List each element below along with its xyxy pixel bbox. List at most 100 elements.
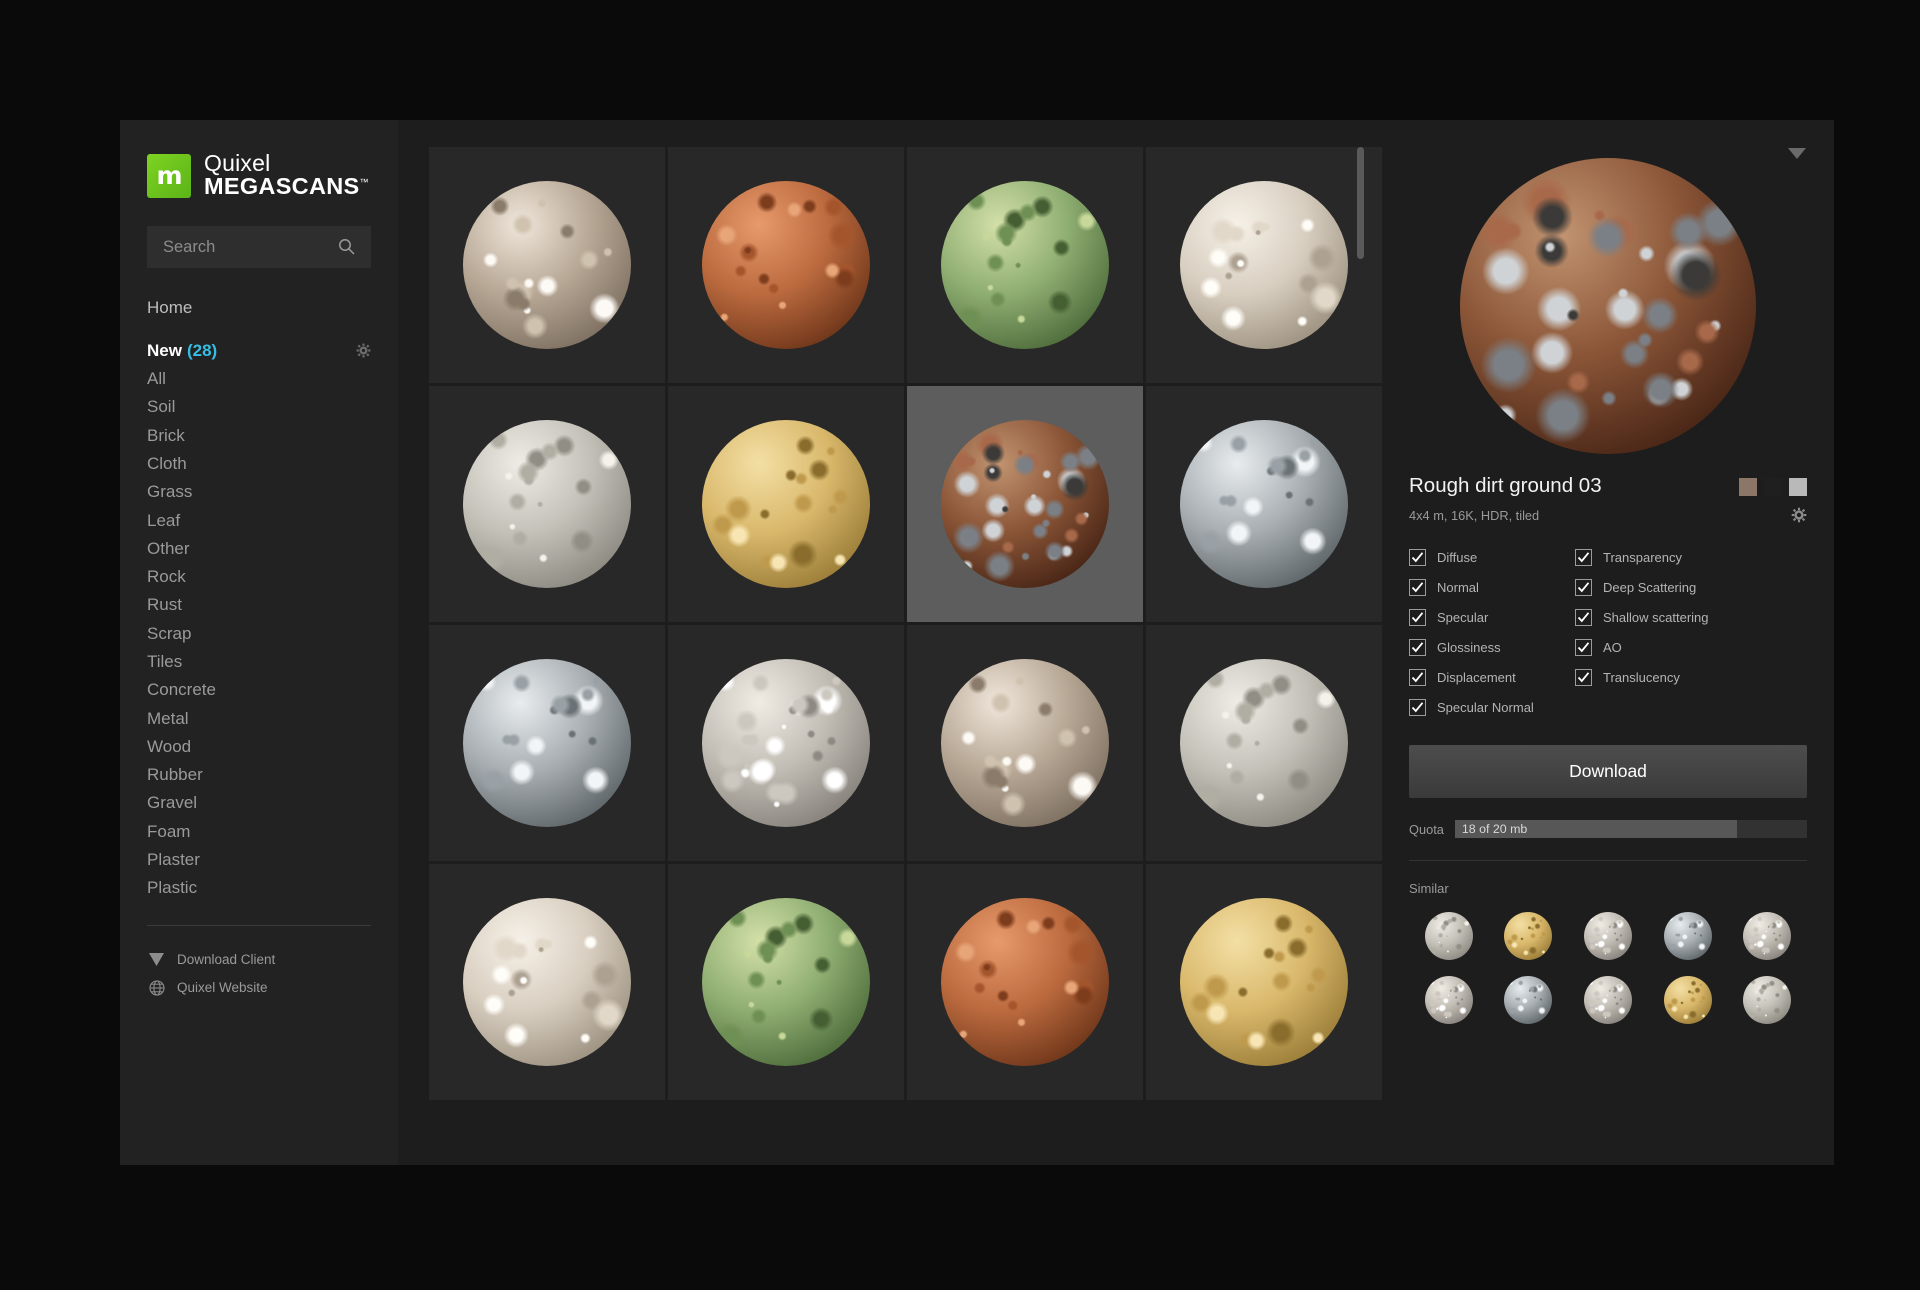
search-input[interactable]: [147, 236, 365, 258]
asset-thumbnail-yellow-plastic: [702, 420, 870, 588]
asset-cell[interactable]: [668, 864, 904, 1100]
sidebar-item-rock[interactable]: Rock: [147, 563, 371, 591]
sidebar-item-soil[interactable]: Soil: [147, 393, 371, 421]
checkbox-checked[interactable]: [1409, 699, 1426, 716]
similar-item[interactable]: [1648, 976, 1728, 1024]
asset-cell[interactable]: [429, 147, 665, 383]
map-label: Displacement: [1437, 670, 1516, 685]
map-toggle-shallow-scattering[interactable]: Shallow scattering: [1575, 609, 1741, 626]
sidebar-item-all[interactable]: All: [147, 365, 371, 393]
map-toggle-glossiness[interactable]: Glossiness: [1409, 639, 1575, 656]
asset-cell[interactable]: [429, 625, 665, 861]
map-toggle-displacement[interactable]: Displacement: [1409, 669, 1575, 686]
sidebar-item-plaster[interactable]: Plaster: [147, 846, 371, 874]
search-box[interactable]: [147, 226, 371, 269]
similar-item[interactable]: [1409, 912, 1489, 960]
color-swatch[interactable]: [1764, 478, 1782, 496]
asset-cell[interactable]: [907, 147, 1143, 383]
checkbox-checked[interactable]: [1409, 549, 1426, 566]
sidebar-item-other[interactable]: Other: [147, 535, 371, 563]
sidebar-item-rubber[interactable]: Rubber: [147, 761, 371, 789]
asset-cell[interactable]: [1146, 864, 1382, 1100]
brand-logo: m Quixel MEGASCANS™: [120, 120, 398, 199]
asset-cell[interactable]: [429, 386, 665, 622]
sidebar-item-label: Tiles: [147, 651, 183, 671]
asset-thumbnail-white-cloth: [1180, 181, 1348, 349]
grid-scrollbar-thumb[interactable]: [1357, 147, 1364, 260]
map-toggle-specular-normal[interactable]: Specular Normal: [1409, 699, 1575, 716]
sidebar-item-rust[interactable]: Rust: [147, 591, 371, 619]
sidebar-item-concrete[interactable]: Concrete: [147, 676, 371, 704]
checkbox-checked[interactable]: [1409, 609, 1426, 626]
asset-thumbnail-scale-tiles: [463, 420, 631, 588]
color-swatch[interactable]: [1789, 478, 1807, 496]
sidebar-item-wood[interactable]: Wood: [147, 733, 371, 761]
sidebar-item-label: Leaf: [147, 510, 181, 530]
asset-cell[interactable]: [429, 864, 665, 1100]
sidebar-item-cloth[interactable]: Cloth: [147, 450, 371, 478]
similar-item[interactable]: [1568, 976, 1648, 1024]
asset-cell[interactable]: [907, 864, 1143, 1100]
sidebar-item-label: All: [147, 369, 166, 389]
gear-icon[interactable]: [1791, 507, 1807, 523]
map-toggle-translucency[interactable]: Translucency: [1575, 669, 1741, 686]
asset-cell[interactable]: [1146, 386, 1382, 622]
checkbox-checked[interactable]: [1409, 639, 1426, 656]
chevron-down-icon[interactable]: [1788, 148, 1806, 159]
sidebar-item-grass[interactable]: Grass: [147, 478, 371, 506]
sidebar-item-foam[interactable]: Foam: [147, 818, 371, 846]
checkbox-checked[interactable]: [1575, 639, 1592, 656]
sidebar-item-label: Scrap: [147, 623, 192, 643]
similar-yellow-plastic-2: [1663, 976, 1712, 1024]
similar-item[interactable]: [1568, 912, 1648, 960]
sidebar-item-gravel[interactable]: Gravel: [147, 789, 371, 817]
checkbox-checked[interactable]: [1575, 609, 1592, 626]
similar-item[interactable]: [1489, 976, 1569, 1024]
map-toggle-deep-scattering[interactable]: Deep Scattering: [1575, 579, 1741, 596]
map-label: Normal: [1437, 580, 1479, 595]
brand-name-quixel: Quixel: [204, 150, 271, 176]
asset-cell[interactable]: [668, 625, 904, 861]
sidebar-item-leaf[interactable]: Leaf: [147, 507, 371, 535]
sidebar-item-scrap[interactable]: Scrap: [147, 620, 371, 648]
quixel-website-link[interactable]: Quixel Website: [147, 974, 371, 1002]
checkbox-checked[interactable]: [1575, 669, 1592, 686]
asset-preview[interactable]: [1409, 156, 1807, 456]
sidebar-item-tiles[interactable]: Tiles: [147, 648, 371, 676]
download-client-label: Download Client: [177, 951, 276, 967]
asset-cell[interactable]: [668, 386, 904, 622]
sidebar-item-new[interactable]: New (28): [147, 337, 371, 365]
checkbox-checked[interactable]: [1409, 579, 1426, 596]
map-toggle-normal[interactable]: Normal: [1409, 579, 1575, 596]
category-settings-gear-icon[interactable]: [356, 343, 371, 358]
sidebar-item-home[interactable]: Home: [147, 294, 371, 322]
color-swatches: [1739, 478, 1807, 496]
sidebar-item-brick[interactable]: Brick: [147, 422, 371, 450]
asset-cell[interactable]: [907, 625, 1143, 861]
download-client-link[interactable]: Download Client: [147, 946, 371, 974]
asset-cell[interactable]: [907, 386, 1143, 622]
similar-item[interactable]: [1409, 976, 1489, 1024]
color-swatch[interactable]: [1739, 478, 1757, 496]
sidebar-item-plastic[interactable]: Plastic: [147, 874, 371, 902]
sidebar-item-metal[interactable]: Metal: [147, 705, 371, 733]
search-icon[interactable]: [338, 238, 355, 255]
quota-row: Quota 18 of 20 mb: [1409, 820, 1807, 838]
download-button[interactable]: Download: [1409, 745, 1807, 798]
logo-letter: m: [156, 161, 182, 191]
checkbox-checked[interactable]: [1575, 549, 1592, 566]
similar-item[interactable]: [1727, 976, 1807, 1024]
grid-scrollbar[interactable]: [1357, 147, 1364, 1011]
asset-cell[interactable]: [668, 147, 904, 383]
map-toggle-transparency[interactable]: Transparency: [1575, 549, 1741, 566]
checkbox-checked[interactable]: [1575, 579, 1592, 596]
asset-cell[interactable]: [1146, 625, 1382, 861]
similar-item[interactable]: [1648, 912, 1728, 960]
map-toggle-diffuse[interactable]: Diffuse: [1409, 549, 1575, 566]
similar-item[interactable]: [1727, 912, 1807, 960]
checkbox-checked[interactable]: [1409, 669, 1426, 686]
map-toggle-specular[interactable]: Specular: [1409, 609, 1575, 626]
asset-cell[interactable]: [1146, 147, 1382, 383]
similar-item[interactable]: [1489, 912, 1569, 960]
map-toggle-ao[interactable]: AO: [1575, 639, 1741, 656]
